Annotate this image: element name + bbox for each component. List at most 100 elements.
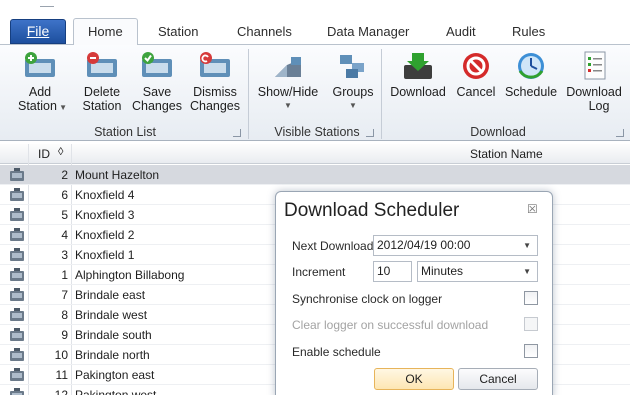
dismiss-changes-label-1: Dismiss xyxy=(193,85,237,99)
download-log-label-1: Download xyxy=(566,85,622,99)
title-line xyxy=(40,6,54,7)
enable-schedule-checkbox[interactable] xyxy=(524,344,538,358)
groups-label: Groups xyxy=(332,85,374,99)
cancel-button[interactable]: Cancel xyxy=(458,368,538,390)
save-changes-label-1: Save xyxy=(142,85,172,99)
sync-clock-checkbox[interactable] xyxy=(524,291,538,305)
clear-logger-label: Clear logger on successful download xyxy=(292,318,489,332)
download-log-icon xyxy=(577,51,611,81)
group-separator xyxy=(381,49,382,139)
download-log-button[interactable]: Download Log xyxy=(563,51,625,113)
tab-channels[interactable]: Channels xyxy=(237,23,292,41)
increment-input[interactable]: 10 xyxy=(373,261,412,282)
add-station-icon xyxy=(23,51,57,81)
row-id: 2 xyxy=(61,168,68,182)
row-station-name: Knoxfield 3 xyxy=(75,208,135,222)
grid-header: ID ◊ Station Name xyxy=(0,144,630,164)
download-scheduler-dialog: Download Scheduler ☒ Next Download 2012/… xyxy=(275,191,553,395)
download-label: Download xyxy=(390,85,446,99)
chevron-down-icon: ▼ xyxy=(523,241,531,250)
table-row[interactable]: 2 Mount Hazelton xyxy=(0,165,630,185)
download-icon xyxy=(401,51,435,81)
visible-stations-launcher-icon[interactable] xyxy=(366,129,374,137)
row-station-name: Brindale west xyxy=(75,308,148,322)
add-station-dropdown-icon: ▼ xyxy=(56,103,68,112)
station-icon xyxy=(9,248,25,262)
save-changes-icon xyxy=(140,51,174,81)
show-hide-dropdown-icon: ▼ xyxy=(284,101,292,110)
show-hide-label: Show/Hide xyxy=(257,85,319,99)
station-icon xyxy=(9,288,25,302)
next-download-label: Next Download xyxy=(292,239,374,253)
ribbon-tab-bar: File Home Station Channels Data Manager … xyxy=(0,0,630,45)
download-log-label-2: Log xyxy=(588,99,610,113)
group-separator xyxy=(248,49,249,139)
schedule-clock-icon xyxy=(514,51,548,81)
row-station-name: Alphington Billabong xyxy=(75,268,185,282)
station-icon xyxy=(9,308,25,322)
row-station-name: Pakington east xyxy=(75,368,155,382)
station-icon xyxy=(9,368,25,382)
tab-audit[interactable]: Audit xyxy=(446,23,476,41)
delete-station-icon xyxy=(85,51,119,81)
cancel-label: Cancel xyxy=(456,85,496,99)
row-id: 4 xyxy=(61,228,68,242)
download-launcher-icon[interactable] xyxy=(616,129,624,137)
row-id: 12 xyxy=(54,388,68,395)
increment-unit-select[interactable]: Minutes ▼ xyxy=(417,261,538,282)
row-id: 9 xyxy=(61,328,68,342)
column-header-station-name[interactable]: Station Name xyxy=(470,147,543,161)
schedule-button[interactable]: Schedule xyxy=(501,51,561,99)
tab-data-manager[interactable]: Data Manager xyxy=(327,23,409,41)
dialog-title: Download Scheduler xyxy=(284,200,460,221)
chevron-down-icon: ▼ xyxy=(523,267,531,276)
dismiss-changes-button[interactable]: Dismiss Changes xyxy=(188,51,242,113)
close-icon[interactable]: ☒ xyxy=(527,202,538,216)
tab-home[interactable]: Home xyxy=(73,18,138,45)
group-label-station-list: Station List xyxy=(94,125,156,139)
increment-unit-value: Minutes xyxy=(421,264,464,278)
save-changes-label-2: Changes xyxy=(131,99,183,113)
add-station-button[interactable]: Add Station ▼ xyxy=(18,51,67,115)
group-label-download: Download xyxy=(470,125,526,139)
dismiss-changes-icon xyxy=(198,51,232,81)
cancel-download-button[interactable]: Cancel xyxy=(453,51,499,99)
ribbon: Add Station ▼ Delete Station Save Change… xyxy=(0,44,630,141)
station-list-launcher-icon[interactable] xyxy=(233,129,241,137)
delete-station-label-1: Delete xyxy=(83,85,121,99)
groups-dropdown-icon: ▼ xyxy=(349,101,357,110)
row-id: 6 xyxy=(61,188,68,202)
tab-station[interactable]: Station xyxy=(158,23,198,41)
next-download-select[interactable]: 2012/04/19 00:00 ▼ xyxy=(373,235,538,256)
add-station-label-2: Station xyxy=(18,99,57,113)
row-station-name: Brindale east xyxy=(75,288,146,302)
ok-button[interactable]: OK xyxy=(374,368,454,390)
delete-station-label-2: Station xyxy=(82,99,122,113)
show-hide-icon xyxy=(271,51,305,81)
save-changes-button[interactable]: Save Changes xyxy=(130,51,184,113)
download-button[interactable]: Download xyxy=(387,51,449,99)
groups-button[interactable]: Groups ▼ xyxy=(330,51,376,113)
tab-rules[interactable]: Rules xyxy=(512,23,545,41)
delete-station-button[interactable]: Delete Station xyxy=(80,51,124,113)
row-id: 7 xyxy=(61,288,68,302)
enable-schedule-label: Enable schedule xyxy=(292,345,381,359)
column-header-id[interactable]: ID xyxy=(38,147,50,161)
groups-icon xyxy=(336,51,370,81)
schedule-label: Schedule xyxy=(504,85,558,99)
station-icon xyxy=(9,268,25,282)
group-label-visible-stations: Visible Stations xyxy=(274,125,360,139)
station-icon xyxy=(9,328,25,342)
sort-icon[interactable]: ◊ xyxy=(58,146,63,158)
show-hide-button[interactable]: Show/Hide ▼ xyxy=(255,51,321,113)
cancel-icon xyxy=(459,51,493,81)
row-id: 11 xyxy=(55,368,68,382)
row-station-name: Mount Hazelton xyxy=(75,168,160,182)
clear-logger-checkbox xyxy=(524,317,538,331)
row-id: 1 xyxy=(61,268,68,282)
row-station-name: Knoxfield 2 xyxy=(75,228,135,242)
station-icon xyxy=(9,388,25,395)
increment-value: 10 xyxy=(377,264,391,278)
tab-file[interactable]: File xyxy=(10,19,66,44)
station-icon xyxy=(9,348,25,362)
